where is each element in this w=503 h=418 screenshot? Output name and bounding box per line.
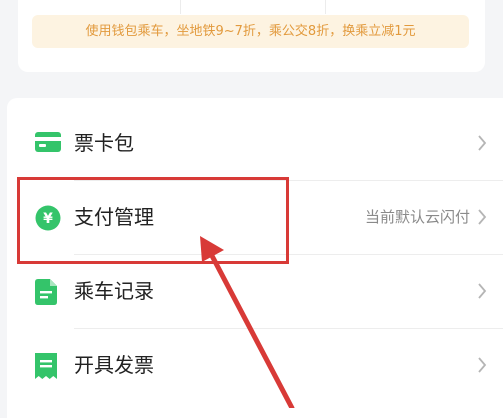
annotation-arrow — [200, 236, 295, 408]
